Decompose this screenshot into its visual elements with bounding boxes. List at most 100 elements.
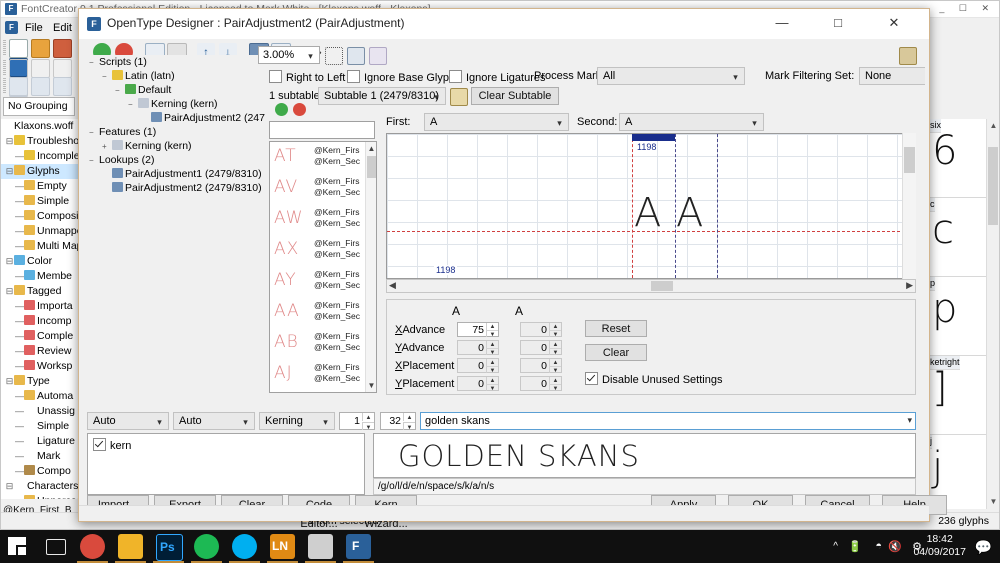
- lookup-tree-item[interactable]: PairAdjustment2 (2479/: [85, 111, 265, 125]
- spin-up-arrow[interactable]: ▲: [486, 341, 498, 348]
- tree-item-incomp[interactable]: — Incomp: [1, 314, 81, 329]
- notification-icon[interactable]: 💬: [975, 539, 992, 556]
- tree-expander[interactable]: —: [15, 299, 24, 314]
- spin-up-arrow[interactable]: ▲: [549, 323, 561, 330]
- reset-button[interactable]: Reset: [585, 320, 647, 337]
- tree-expander[interactable]: −: [89, 126, 99, 140]
- spin-down-arrow[interactable]: ▼: [549, 330, 561, 338]
- ignore-ligatures-checkbox[interactable]: Ignore Ligatures: [449, 70, 546, 84]
- open-file-icon[interactable]: [31, 39, 50, 58]
- preferences-icon[interactable]: [369, 47, 387, 65]
- tree-item-worksp[interactable]: — Worksp: [1, 359, 81, 374]
- dialog-close-button[interactable]: ✕: [873, 9, 915, 37]
- toolbar-grip[interactable]: [3, 40, 6, 55]
- lookup-tree-item[interactable]: − Kerning (kern): [85, 97, 265, 111]
- spin-up-arrow[interactable]: ▲: [362, 413, 374, 421]
- tree-expander[interactable]: —: [15, 224, 24, 239]
- lookup-tree-item[interactable]: − Lookups (2): [85, 153, 265, 167]
- new-file-icon[interactable]: [9, 39, 28, 58]
- kern-preview-canvas[interactable]: 1198 A A: [386, 133, 916, 279]
- tree-expander[interactable]: ⊟: [5, 479, 14, 494]
- tree-expander[interactable]: −: [102, 70, 112, 84]
- tree-item-incomplete[interactable]: — Incomplete: [1, 149, 81, 164]
- scroll-up-arrow[interactable]: ▲: [366, 142, 376, 155]
- task-view-icon[interactable]: [46, 539, 66, 555]
- tree-expander[interactable]: —: [15, 329, 24, 344]
- pair-list-scrollbar[interactable]: ▲ ▼: [365, 142, 376, 392]
- glyph-grid-scrollbar[interactable]: ▲ ▼: [986, 119, 999, 509]
- kern-pair-row[interactable]: AW @Kern_Firs @Kern_Sec: [270, 204, 376, 235]
- spin-up-arrow[interactable]: ▲: [549, 359, 561, 366]
- tree-expander[interactable]: ⊟: [5, 284, 14, 299]
- sample-text-input[interactable]: golden skans ▾: [420, 412, 916, 430]
- subtable-combo[interactable]: Subtable 1 (2479/8310) ▾: [318, 87, 446, 105]
- yplacement-col1-spinner[interactable]: 0 ▲ ▼: [457, 376, 499, 392]
- tree-item-uppercase[interactable]: — Uppercase: [1, 494, 81, 499]
- tree-expander[interactable]: —: [15, 179, 24, 194]
- main-window-controls[interactable]: _ ☐ ✕: [939, 3, 995, 14]
- feature-checklist[interactable]: kern: [87, 433, 365, 495]
- xplacement-col2-spinner[interactable]: 0 ▲ ▼: [520, 358, 562, 374]
- grouping-combo[interactable]: No Grouping: [3, 97, 75, 116]
- tree-expander[interactable]: —: [15, 194, 24, 209]
- fontcreator-icon[interactable]: F: [346, 534, 371, 559]
- tree-expander[interactable]: —: [15, 449, 24, 464]
- tree-expander[interactable]: —: [15, 239, 24, 254]
- scroll-up-arrow[interactable]: ▲: [987, 119, 1000, 133]
- align-center-icon[interactable]: [31, 77, 50, 96]
- xplacement-col1-spinner[interactable]: 0 ▲ ▼: [457, 358, 499, 374]
- clear-subtable-button[interactable]: Clear Subtable: [471, 87, 559, 105]
- kern-pair-list[interactable]: AT @Kern_Firs @Kern_Sec AV @Kern_Firs @Kern_S…: [269, 141, 377, 393]
- dialog-minimize-button[interactable]: —: [761, 9, 803, 37]
- tree-expander[interactable]: —: [15, 149, 24, 164]
- chevron-down-icon[interactable]: ▾: [907, 415, 912, 426]
- copy-subtable-icon[interactable]: [450, 88, 468, 106]
- zoom-combo[interactable]: 3.00% ▾: [258, 46, 320, 64]
- dialog-lookup-tree[interactable]: − Scripts (1) − Latin (latn) − Default − Kernin…: [85, 55, 265, 385]
- spin-down-arrow[interactable]: ▼: [486, 348, 498, 356]
- spin-down-arrow[interactable]: ▼: [486, 330, 498, 338]
- spin-up-arrow[interactable]: ▲: [486, 377, 498, 384]
- fontsize-spinner[interactable]: 32 ▲ ▼: [380, 412, 416, 431]
- lookup-tree-item[interactable]: − Default: [85, 83, 265, 97]
- chevron-down-icon[interactable]: ▾: [747, 115, 762, 129]
- tree-item-tagged[interactable]: ⊟ Tagged: [1, 284, 81, 299]
- scroll-right-arrow[interactable]: ▶: [906, 280, 913, 291]
- lookup-tree-item[interactable]: PairAdjustment2 (2479/8310): [85, 181, 265, 195]
- xadvance-col2-spinner[interactable]: 0 ▲ ▼: [520, 322, 562, 338]
- toolbar-grip-3[interactable]: [3, 78, 6, 93]
- tree-expander[interactable]: —: [15, 404, 24, 419]
- kern-pair-row[interactable]: AJ @Kern_Firs @Kern_Sec: [270, 359, 376, 390]
- scroll-thumb[interactable]: [904, 147, 915, 173]
- chevron-down-icon[interactable]: ▾: [318, 414, 333, 428]
- spin-down-arrow[interactable]: ▼: [549, 348, 561, 356]
- chevron-down-icon[interactable]: ▾: [728, 69, 743, 83]
- tree-expander[interactable]: −: [128, 98, 138, 112]
- tree-expander[interactable]: —: [15, 344, 24, 359]
- tree-item-comple[interactable]: — Comple: [1, 329, 81, 344]
- tree-item-troubleshootin[interactable]: ⊟ Troubleshootin: [1, 134, 81, 149]
- scroll-left-arrow[interactable]: ◀: [389, 280, 396, 291]
- tree-item-composite[interactable]: — Composite: [1, 209, 81, 224]
- dialog-maximize-button[interactable]: □: [817, 9, 859, 37]
- spin-up-arrow[interactable]: ▲: [403, 413, 415, 421]
- tree-item-simple[interactable]: — Simple: [1, 419, 81, 434]
- xadvance-col1-spinner[interactable]: 75 ▲ ▼: [457, 322, 499, 338]
- second-glyph-combo[interactable]: A ▾: [619, 113, 764, 131]
- taskbar-clock[interactable]: 18:42 04/09/2017: [913, 533, 966, 559]
- select-rect-icon[interactable]: [9, 59, 28, 78]
- kern-pair-row[interactable]: AY @Kern_Firs @Kern_Sec: [270, 266, 376, 297]
- tree-expander[interactable]: −: [89, 56, 99, 70]
- chevron-down-icon[interactable]: ▾: [152, 414, 167, 428]
- tree-item-characters[interactable]: ⊟ Characters: [1, 479, 81, 494]
- yadvance-col2-spinner[interactable]: 0 ▲ ▼: [520, 340, 562, 356]
- tree-item-klaxons-woff[interactable]: Klaxons.woff: [1, 119, 81, 134]
- tree-expander[interactable]: −: [115, 84, 125, 98]
- tree-expander[interactable]: —: [15, 269, 24, 284]
- ignore-base-glyphs-checkbox[interactable]: Ignore Base Glyphs: [347, 70, 461, 84]
- tray-chevron-icon[interactable]: ^: [833, 541, 838, 552]
- tree-item-compo[interactable]: — Compo: [1, 464, 81, 479]
- chrome-icon[interactable]: [80, 534, 105, 559]
- canvas-horizontal-scrollbar[interactable]: ◀ ▶: [386, 279, 916, 293]
- align-left-icon[interactable]: [9, 77, 28, 96]
